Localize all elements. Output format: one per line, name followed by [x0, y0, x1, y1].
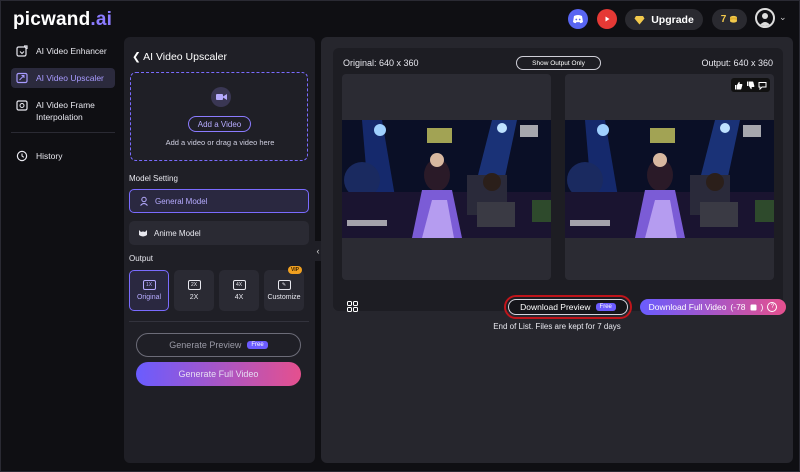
top-bar: picwand.ai Upgrade 7 ⌄	[1, 1, 800, 37]
discord-icon[interactable]	[568, 9, 588, 29]
sidebar-item-label: AI Video Enhancer	[36, 46, 107, 56]
interpolation-icon	[16, 100, 28, 111]
sidebar-nav: AI Video Enhancer AI Video Upscaler AI V…	[1, 37, 121, 472]
output-customize-option[interactable]: VIP ✎ Customize	[264, 266, 304, 311]
logo-text: picwand	[13, 9, 91, 30]
sidebar-item-enhancer[interactable]: AI Video Enhancer	[11, 41, 115, 61]
chevron-left-icon[interactable]: ❮	[132, 51, 143, 63]
credits-badge[interactable]: 7	[712, 9, 747, 30]
model-label: General Model	[155, 196, 208, 206]
sidebar-item-interpolation[interactable]: AI Video Frame Interpolation	[11, 95, 115, 127]
general-model-button[interactable]: General Model	[129, 189, 309, 213]
model-setting-label: Model Setting	[129, 174, 178, 183]
credits-count: 7	[720, 14, 727, 25]
upscaler-icon	[16, 72, 28, 84]
video-camera-icon	[211, 87, 231, 107]
logo-suffix: .ai	[90, 9, 113, 30]
sidebar-item-label: AI Video Frame Interpolation	[36, 100, 95, 122]
upgrade-button[interactable]: Upgrade	[625, 9, 703, 30]
coins-icon	[730, 15, 738, 23]
anime-model-button[interactable]: Anime Model	[129, 221, 309, 245]
thumbs-up-icon[interactable]	[734, 81, 743, 90]
output-resolution-label: Output: 640 x 360	[701, 58, 773, 68]
upgrade-label: Upgrade	[651, 13, 694, 26]
original-resolution-label: Original: 640 x 360	[343, 58, 419, 68]
app-logo[interactable]: picwand.ai	[13, 9, 112, 31]
output-4x-option[interactable]: 4X 4X	[219, 270, 259, 311]
enhancer-icon	[16, 45, 28, 57]
diamond-icon	[634, 15, 645, 24]
app-window: picwand.ai Upgrade 7 ⌄ AI Video Enhancer…	[0, 0, 800, 472]
output-option-label: Customize	[267, 294, 301, 301]
download-cost-close: )	[760, 302, 764, 312]
general-model-icon	[140, 196, 148, 206]
user-avatar[interactable]	[755, 8, 775, 28]
output-option-label: 2X	[189, 294, 199, 301]
youtube-icon[interactable]	[597, 9, 617, 29]
model-label: Anime Model	[154, 228, 201, 238]
output-original-option[interactable]: 1X Original	[129, 270, 169, 311]
scale-2x-icon: 2X	[187, 280, 201, 290]
video-dropzone[interactable]: Add a Video Add a video or drag a video …	[130, 72, 308, 161]
download-cost: (-78	[730, 302, 746, 312]
history-icon	[16, 150, 28, 162]
end-of-list-note: End of List. Files are kept for 7 days	[493, 322, 621, 331]
output-option-label: Original	[136, 294, 162, 301]
free-badge: Free	[595, 303, 616, 311]
comment-icon[interactable]	[758, 81, 767, 90]
chevron-down-icon[interactable]: ⌄	[779, 12, 787, 23]
vip-badge: VIP	[287, 266, 302, 274]
sidebar-item-label: AI Video Upscaler	[36, 73, 104, 83]
concert-video-frame	[342, 120, 551, 238]
edit-icon: ✎	[277, 280, 291, 290]
output-video-preview[interactable]	[565, 74, 774, 280]
scale-1x-icon: 1X	[142, 280, 156, 290]
add-video-button[interactable]: Add a Video	[188, 116, 251, 132]
info-icon[interactable]: ?	[767, 302, 778, 312]
panel-title-text: AI Video Upscaler	[143, 51, 227, 63]
concert-video-frame-upscaled	[565, 120, 774, 238]
settings-panel: ❮ AI Video Upscaler Add a Video Add a vi…	[124, 37, 315, 463]
anime-model-icon	[139, 230, 147, 237]
compare-card: Original: 640 x 360 Show Output Only Out…	[333, 48, 786, 319]
grid-view-icon[interactable]	[347, 301, 358, 312]
sidebar-item-history[interactable]: History	[11, 146, 115, 166]
sidebar-item-upscaler[interactable]: AI Video Upscaler	[11, 68, 115, 88]
panel-divider	[129, 321, 309, 322]
download-full-label: Download Full Video	[648, 302, 727, 312]
free-badge: Free	[247, 341, 268, 349]
output-2x-option[interactable]: 2X 2X	[174, 270, 214, 311]
output-label: Output	[129, 254, 154, 263]
feedback-buttons	[731, 78, 770, 92]
scale-4x-icon: 4X	[232, 280, 246, 290]
generate-full-video-button[interactable]: Generate Full Video	[136, 362, 301, 386]
sidebar-item-label: History	[36, 151, 63, 161]
generate-preview-label: Generate Preview	[169, 340, 242, 350]
generate-preview-button[interactable]: Generate Preview Free	[136, 333, 301, 357]
panel-title[interactable]: ❮ AI Video Upscaler	[132, 51, 227, 63]
drop-hint: Add a video or drag a video here	[165, 138, 275, 147]
coins-icon	[750, 304, 757, 310]
thumbs-down-icon[interactable]	[746, 81, 755, 90]
nav-divider	[11, 132, 115, 133]
output-option-label: 4X	[234, 294, 244, 301]
main-workspace: Original: 640 x 360 Show Output Only Out…	[321, 37, 793, 463]
download-preview-button[interactable]: Download Preview Free	[504, 295, 632, 319]
download-full-video-button[interactable]: Download Full Video (-78 ) ?	[640, 299, 786, 315]
download-preview-label: Download Preview	[520, 302, 591, 312]
original-video-preview[interactable]	[342, 74, 551, 280]
show-output-only-button[interactable]: Show Output Only	[516, 56, 601, 70]
